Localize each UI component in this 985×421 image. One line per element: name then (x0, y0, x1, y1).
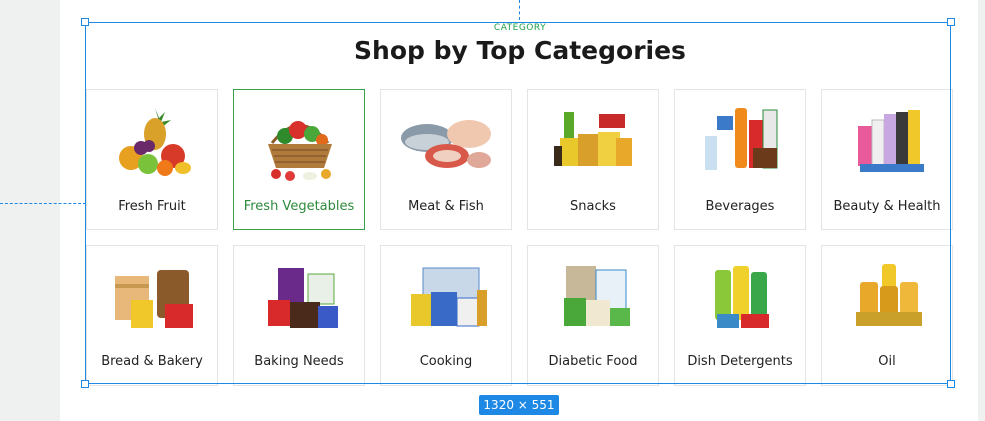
resize-handle-top-right[interactable] (947, 18, 955, 26)
selection-size-badge: 1320 × 551 (479, 395, 559, 415)
resize-handle-bottom-left[interactable] (81, 380, 89, 388)
selection-frame[interactable] (85, 22, 951, 384)
resize-handle-bottom-right[interactable] (947, 380, 955, 388)
horizontal-guide-line (0, 203, 86, 204)
resize-handle-top-left[interactable] (81, 18, 89, 26)
vertical-guide-line (519, 0, 520, 20)
